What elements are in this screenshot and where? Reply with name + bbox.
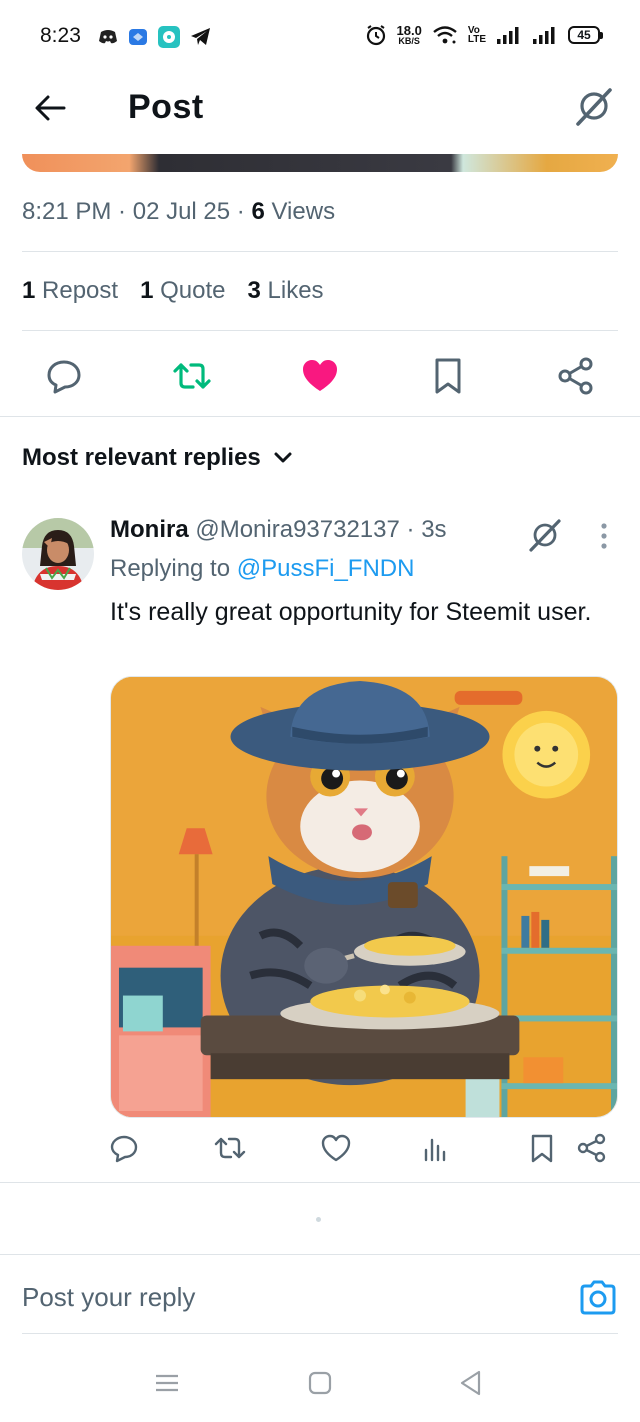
- network-speed: 18.0 KB/S: [396, 23, 422, 46]
- retweet-icon[interactable]: [214, 1132, 246, 1164]
- discord-icon: [99, 30, 117, 44]
- reply-header: Monira @Monira93732137 · 3s: [110, 516, 447, 543]
- status-bar: 8:23 18.0 KB/S Vo LTE 45: [0, 0, 640, 76]
- reply-icon[interactable]: [108, 1132, 140, 1164]
- reply-compose-bar: Post your reply: [0, 1254, 640, 1334]
- status-app-icons: [98, 26, 212, 48]
- post-image[interactable]: [22, 154, 618, 172]
- views-count: 6: [251, 198, 265, 225]
- replying-to-mention[interactable]: @PussFi_FNDN: [237, 555, 415, 582]
- bluesky-icon: [129, 29, 147, 45]
- loading-indicator: [316, 1217, 321, 1222]
- replies-sort-dropdown[interactable]: Most relevant replies: [22, 444, 293, 472]
- divider: [22, 330, 618, 331]
- replying-to-line: Replying to @PussFi_FNDN: [110, 555, 415, 582]
- avatar[interactable]: [22, 518, 94, 590]
- divider: [22, 251, 618, 252]
- divider: [22, 1333, 618, 1334]
- reply-actions: [0, 1132, 640, 1172]
- reply-time: 3s: [421, 516, 447, 543]
- top-app-bar: Post: [0, 76, 640, 154]
- wifi-icon: [433, 26, 457, 44]
- chevron-down-icon: [274, 452, 292, 463]
- post-timestamp-views: 8:21 PM · 02 Jul 25 · 6 Views: [22, 198, 336, 225]
- reply-icon[interactable]: [44, 356, 84, 396]
- post-actions: [0, 348, 640, 404]
- reposts-stat[interactable]: 1 Repost: [22, 277, 118, 305]
- status-system-icons: 18.0 KB/S Vo LTE 45: [365, 23, 603, 46]
- menu-icon[interactable]: [152, 1368, 182, 1398]
- signal-icon: [497, 27, 519, 44]
- bookmark-icon[interactable]: [526, 1132, 558, 1164]
- back-arrow-icon[interactable]: [30, 88, 70, 128]
- system-navigation-bar: [0, 1340, 640, 1422]
- like-icon[interactable]: [320, 1132, 352, 1164]
- grok-icon[interactable]: [526, 516, 564, 554]
- reply-input[interactable]: Post your reply: [22, 1282, 195, 1313]
- chat-app-icon: [158, 26, 180, 48]
- bookmark-icon[interactable]: [428, 356, 468, 396]
- reply-text: It's really great opportunity for Steemi…: [110, 598, 592, 626]
- camera-icon[interactable]: [578, 1278, 618, 1318]
- status-time: 8:23: [40, 24, 81, 47]
- post-stats: 1 Repost 1 Quote 3 Likes: [22, 277, 324, 305]
- telegram-icon: [191, 28, 210, 45]
- reply-author-handle[interactable]: @Monira93732137: [195, 516, 400, 543]
- battery-icon: 45: [568, 26, 603, 44]
- share-icon[interactable]: [576, 1132, 608, 1164]
- more-options-icon[interactable]: [592, 520, 616, 552]
- like-icon-filled[interactable]: [300, 356, 340, 396]
- divider: [0, 1182, 640, 1183]
- quotes-stat[interactable]: 1 Quote: [140, 277, 225, 305]
- volte-indicator: Vo LTE: [467, 25, 486, 45]
- grok-icon[interactable]: [572, 84, 616, 128]
- divider: [0, 416, 640, 417]
- back-icon[interactable]: [456, 1368, 486, 1398]
- likes-stat[interactable]: 3 Likes: [247, 277, 323, 305]
- share-icon[interactable]: [556, 356, 596, 396]
- reply-image[interactable]: [110, 676, 618, 1118]
- sun-illustration: [502, 710, 591, 799]
- alarm-icon: [366, 25, 385, 46]
- reply-author-name[interactable]: Monira: [110, 516, 189, 543]
- views-icon[interactable]: [420, 1132, 452, 1164]
- retweet-icon[interactable]: [172, 356, 212, 396]
- signal-icon: [533, 27, 555, 44]
- page-title: Post: [128, 88, 204, 126]
- home-icon[interactable]: [305, 1368, 335, 1398]
